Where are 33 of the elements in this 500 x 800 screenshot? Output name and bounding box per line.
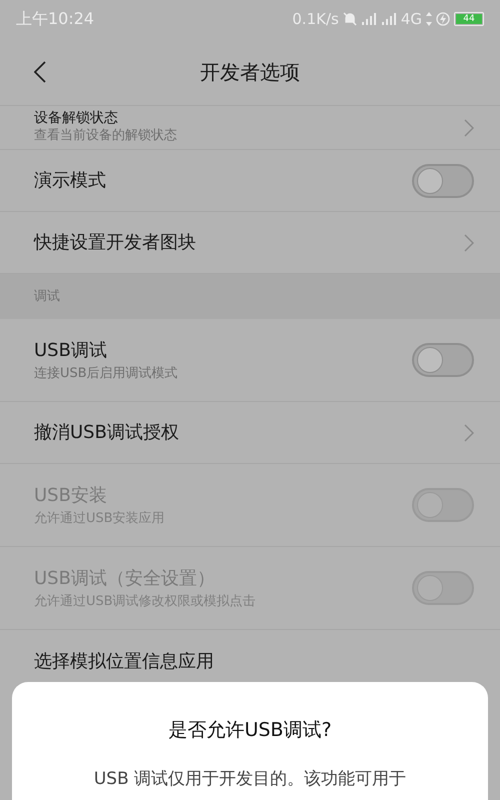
- battery-indicator: 44: [454, 12, 484, 26]
- settings-row[interactable]: 设备解锁状态 查看当前设备的解锁状态: [0, 106, 500, 150]
- row-title: USB调试（安全设置）: [34, 566, 216, 591]
- network-speed: 0.1K/s: [292, 8, 339, 30]
- settings-row[interactable]: 演示模式: [0, 150, 500, 212]
- chevron-right-icon: [464, 234, 474, 252]
- dialog-message: USB 调试仅用于开发目的。该功能可用于: [94, 768, 406, 790]
- dialog-title: 是否允许USB调试?: [168, 718, 332, 743]
- charging-icon: [436, 12, 450, 26]
- network-type: 4G: [400, 8, 422, 30]
- row-title: USB调试: [34, 338, 108, 363]
- toggle-switch[interactable]: [412, 343, 474, 377]
- signal-icon: [380, 13, 397, 25]
- settings-row[interactable]: USB调试 连接USB后启用调试模式: [0, 319, 500, 402]
- back-icon[interactable]: [34, 60, 46, 82]
- muted-bell-icon: [342, 12, 357, 26]
- section-header: 调试: [0, 274, 500, 319]
- row-subtitle: 查看当前设备的解锁状态: [34, 126, 177, 145]
- settings-row[interactable]: 撤消USB调试授权: [0, 402, 500, 464]
- status-time: 上午10:24: [16, 8, 94, 30]
- chevron-right-icon: [464, 118, 474, 136]
- row-title: 撤消USB调试授权: [34, 421, 179, 445]
- row-title: 演示模式: [34, 169, 106, 193]
- page-title: 开发者选项: [200, 58, 300, 86]
- row-title: 设备解锁状态: [34, 110, 119, 126]
- row-title: USB安装: [34, 484, 108, 508]
- chevron-right-icon: [464, 424, 474, 442]
- row-title: 选择模拟位置信息应用: [34, 650, 214, 674]
- row-subtitle: 连接USB后启用调试模式: [34, 364, 178, 383]
- toggle-switch[interactable]: [412, 164, 474, 198]
- signal-icon: [360, 13, 377, 25]
- data-arrows-icon: [426, 12, 432, 26]
- row-title: 快捷设置开发者图块: [34, 231, 196, 255]
